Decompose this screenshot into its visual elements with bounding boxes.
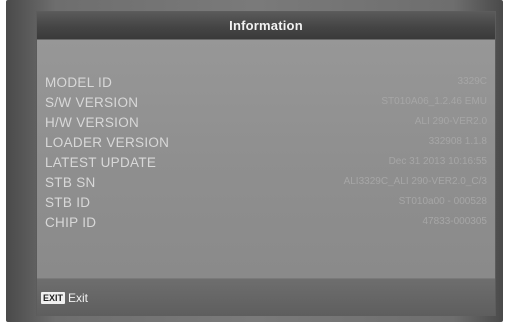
info-value: ALI3329C_ALI 290-VER2.0_C/3 bbox=[343, 176, 487, 187]
info-label: STB ID bbox=[45, 195, 91, 210]
info-label: H/W VERSION bbox=[45, 115, 140, 130]
info-row-hw-version: H/W VERSION ALI 290-VER2.0 bbox=[37, 114, 495, 134]
info-value: Dec 31 2013 10:16:55 bbox=[388, 156, 487, 167]
info-value: 3329C bbox=[457, 76, 487, 87]
exit-key-icon: EXIT bbox=[41, 292, 66, 304]
info-label: MODEL ID bbox=[45, 75, 113, 90]
info-value: 332908 1.1.8 bbox=[428, 136, 487, 147]
info-label: LATEST UPDATE bbox=[45, 155, 157, 170]
info-row-loader-version: LOADER VERSION 332908 1.1.8 bbox=[37, 134, 495, 154]
info-value: 47833-000305 bbox=[422, 216, 487, 227]
info-row-stb-id: STB ID ST010a00 - 000528 bbox=[37, 194, 495, 214]
info-label: S/W VERSION bbox=[45, 95, 139, 110]
info-row-sw-version: S/W VERSION ST010A06_1.2.46 EMU bbox=[37, 94, 495, 114]
info-list: MODEL ID 3329C S/W VERSION ST010A06_1.2.… bbox=[37, 40, 495, 278]
info-row-stb-sn: STB SN ALI3329C_ALI 290-VER2.0_C/3 bbox=[37, 174, 495, 194]
info-value: ALI 290-VER2.0 bbox=[414, 116, 487, 127]
info-row-latest-update: LATEST UPDATE Dec 31 2013 10:16:55 bbox=[37, 154, 495, 174]
info-row-chip-id: CHIP ID 47833-000305 bbox=[37, 214, 495, 234]
exit-button[interactable]: Exit bbox=[68, 291, 88, 305]
info-label: LOADER VERSION bbox=[45, 135, 170, 150]
info-label: CHIP ID bbox=[45, 215, 97, 230]
dialog-footer: EXIT Exit bbox=[37, 278, 495, 316]
info-value: ST010A06_1.2.46 EMU bbox=[381, 96, 487, 107]
dialog-title: Information bbox=[229, 18, 303, 33]
info-label: STB SN bbox=[45, 175, 96, 190]
information-dialog: Information MODEL ID 3329C S/W VERSION S… bbox=[36, 11, 496, 316]
tv-screen: Information MODEL ID 3329C S/W VERSION S… bbox=[6, 0, 503, 322]
info-row-model-id: MODEL ID 3329C bbox=[37, 74, 495, 94]
dialog-title-bar: Information bbox=[37, 12, 495, 40]
info-value: ST010a00 - 000528 bbox=[398, 196, 487, 207]
